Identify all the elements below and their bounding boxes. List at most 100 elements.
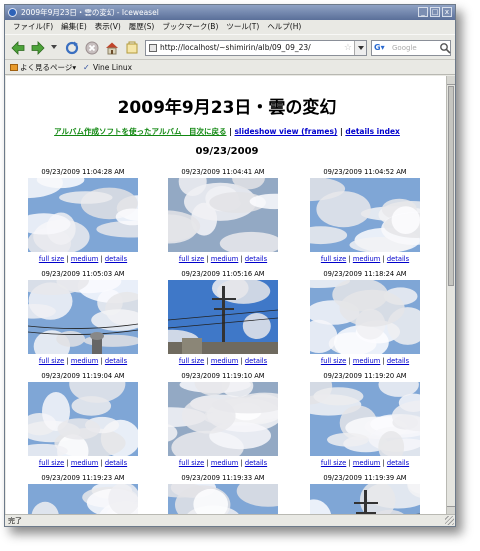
search-placeholder[interactable]: Google xyxy=(392,44,417,52)
photo-item: 09/23/2009 11:18:24 AM full size | medium… xyxy=(308,270,422,366)
details-link[interactable]: details xyxy=(105,357,127,365)
photo-thumbnail[interactable] xyxy=(28,178,138,252)
photo-links: full size | medium | details xyxy=(26,458,140,468)
photo-item: 09/23/2009 11:19:23 AMfull size | medium… xyxy=(26,474,140,515)
photo-thumbnail[interactable] xyxy=(168,178,278,252)
back-to-index-link[interactable]: アルバム作成ソフトを使ったアルバム 目次に戻る xyxy=(54,127,226,136)
medium-link[interactable]: medium xyxy=(211,255,239,263)
photo-item: 09/23/2009 11:19:39 AMfull size | medium… xyxy=(308,474,422,515)
search-box[interactable]: G▾ Google xyxy=(371,40,451,56)
photo-thumbnail[interactable] xyxy=(310,178,420,252)
link-separator: | xyxy=(240,357,243,365)
photo-thumbnail[interactable] xyxy=(310,484,420,515)
link-separator: | xyxy=(240,459,243,467)
full-size-link[interactable]: full size xyxy=(321,459,346,467)
stop-icon[interactable] xyxy=(85,41,99,55)
photo-thumbnail[interactable] xyxy=(168,382,278,456)
url-bar[interactable]: http://localhost/~shimirin/alb/09_09_23/… xyxy=(145,40,367,56)
bookmark-most-visited[interactable]: よく見るページ▾ xyxy=(10,60,76,75)
details-link[interactable]: details xyxy=(387,357,409,365)
link-separator: | xyxy=(348,357,351,365)
photo-timestamp: 09/23/2009 11:18:24 AM xyxy=(323,270,407,278)
photo-thumbnail[interactable] xyxy=(310,382,420,456)
maximize-button[interactable]: □ xyxy=(430,7,440,17)
photo-item: 09/23/2009 11:05:16 AM full size | medium… xyxy=(166,270,280,366)
bookmark-vine-linux[interactable]: ✓ Vine Linux xyxy=(83,60,132,75)
medium-link[interactable]: medium xyxy=(71,357,99,365)
details-link[interactable]: details xyxy=(105,459,127,467)
search-engine-icon[interactable]: G▾ xyxy=(374,43,388,53)
url-dropdown-icon[interactable] xyxy=(354,41,366,55)
full-size-link[interactable]: full size xyxy=(39,357,64,365)
menu-tools[interactable]: ツール(T) xyxy=(222,20,263,34)
full-size-link[interactable]: full size xyxy=(179,357,204,365)
photo-thumbnail[interactable] xyxy=(28,280,138,354)
photo-thumbnail[interactable] xyxy=(28,484,138,515)
photo-timestamp: 09/23/2009 11:19:04 AM xyxy=(41,372,125,380)
reload-icon[interactable] xyxy=(65,41,79,55)
resize-grip[interactable] xyxy=(445,516,454,525)
medium-link[interactable]: medium xyxy=(71,255,99,263)
link-separator: | xyxy=(66,459,69,467)
link-separator: | xyxy=(240,255,243,263)
menu-file[interactable]: ファイル(F) xyxy=(9,20,57,34)
details-link[interactable]: details xyxy=(387,255,409,263)
app-icon xyxy=(8,8,17,17)
photo-item: 09/23/2009 11:04:41 AM full size | medium… xyxy=(166,168,280,264)
bookmark-page-icon[interactable] xyxy=(125,41,139,55)
photo-timestamp: 09/23/2009 11:05:03 AM xyxy=(41,270,125,278)
link-separator: | xyxy=(100,357,103,365)
medium-link[interactable]: medium xyxy=(211,459,239,467)
details-link[interactable]: details xyxy=(245,459,267,467)
history-dropdown-icon[interactable] xyxy=(51,45,57,49)
details-link[interactable]: details xyxy=(245,357,267,365)
scroll-thumb[interactable] xyxy=(448,86,454,286)
star-icon[interactable]: ☆ xyxy=(344,41,352,55)
menu-bookmarks[interactable]: ブックマーク(B) xyxy=(158,20,222,34)
minimize-button[interactable]: _ xyxy=(418,7,428,17)
menu-edit[interactable]: 編集(E) xyxy=(57,20,91,34)
photo-thumbnail[interactable] xyxy=(310,280,420,354)
link-separator: | xyxy=(348,459,351,467)
medium-link[interactable]: medium xyxy=(353,255,381,263)
page-title: 2009年9月23日・雲の変幻 xyxy=(117,98,337,118)
photo-thumbnail[interactable] xyxy=(168,280,278,354)
photo-thumbnail[interactable] xyxy=(168,484,278,515)
scroll-up-button[interactable] xyxy=(447,76,455,85)
medium-link[interactable]: medium xyxy=(71,459,99,467)
medium-link[interactable]: medium xyxy=(353,357,381,365)
menu-view[interactable]: 表示(V) xyxy=(91,20,125,34)
details-link[interactable]: details xyxy=(105,255,127,263)
link-separator: | xyxy=(206,255,209,263)
vine-leaf-icon: ✓ xyxy=(83,63,90,72)
photo-item: 09/23/2009 11:19:04 AM full size | medium… xyxy=(26,372,140,468)
full-size-link[interactable]: full size xyxy=(39,255,64,263)
full-size-link[interactable]: full size xyxy=(321,357,346,365)
full-size-link[interactable]: full size xyxy=(39,459,64,467)
medium-link[interactable]: medium xyxy=(211,357,239,365)
menu-help[interactable]: ヘルプ(H) xyxy=(263,20,305,34)
link-separator: | xyxy=(382,459,385,467)
slideshow-link[interactable]: slideshow view (frames) xyxy=(234,127,337,136)
photo-links: full size | medium | details xyxy=(26,254,140,264)
back-arrow-icon[interactable] xyxy=(11,41,25,55)
home-icon[interactable] xyxy=(105,41,119,55)
navigation-toolbar: http://localhost/~shimirin/alb/09_09_23/… xyxy=(5,34,455,60)
full-size-link[interactable]: full size xyxy=(321,255,346,263)
url-text[interactable]: http://localhost/~shimirin/alb/09_09_23/ xyxy=(160,43,311,52)
link-separator: | xyxy=(206,357,209,365)
search-icon[interactable] xyxy=(439,42,451,54)
photo-links: full size | medium | details xyxy=(308,458,422,468)
menu-history[interactable]: 履歴(S) xyxy=(125,20,159,34)
details-link[interactable]: details xyxy=(387,459,409,467)
full-size-link[interactable]: full size xyxy=(179,255,204,263)
details-index-link[interactable]: details index xyxy=(345,127,400,136)
vertical-scrollbar[interactable] xyxy=(446,76,455,515)
full-size-link[interactable]: full size xyxy=(179,459,204,467)
photo-thumbnail[interactable] xyxy=(28,382,138,456)
details-link[interactable]: details xyxy=(245,255,267,263)
close-button[interactable]: x xyxy=(442,7,452,17)
title-bar[interactable]: 2009年9月23日・雲の変幻 - Iceweasel _ □ x xyxy=(5,5,455,20)
forward-arrow-icon[interactable] xyxy=(31,41,45,55)
medium-link[interactable]: medium xyxy=(353,459,381,467)
